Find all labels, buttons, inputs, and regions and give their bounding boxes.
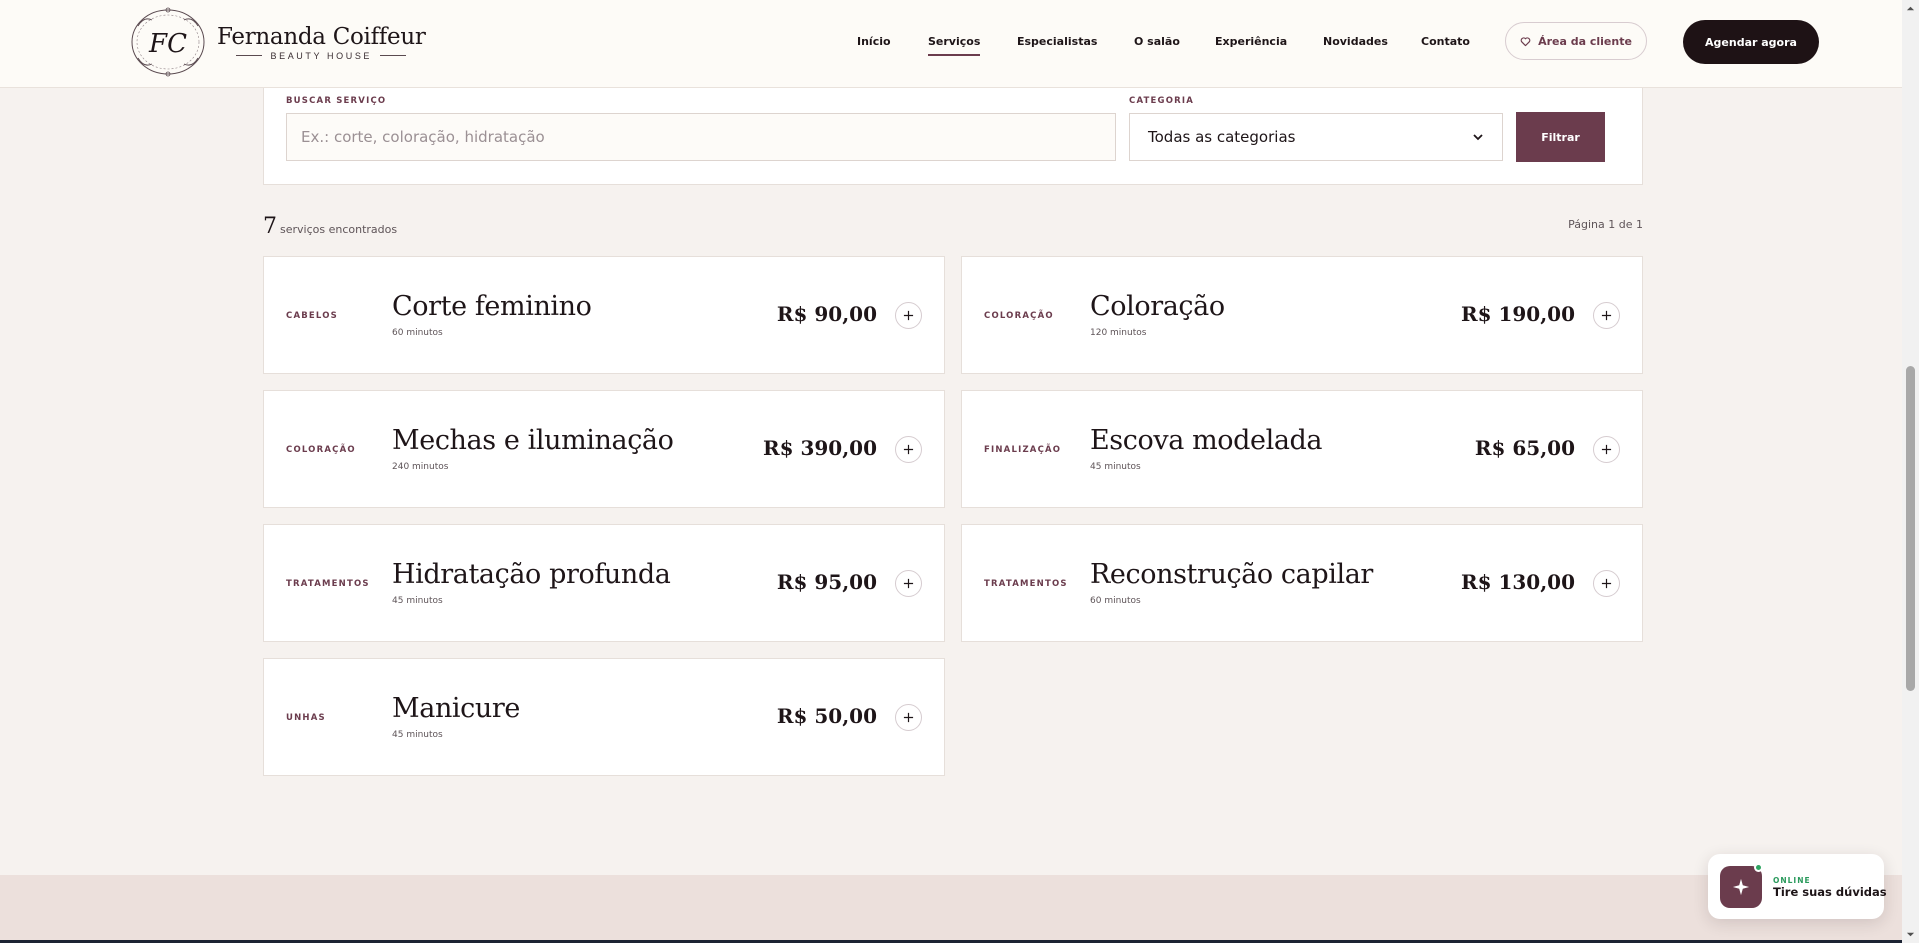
scrollbar-thumb[interactable]: [1906, 366, 1915, 691]
nav-inicio[interactable]: Início: [857, 35, 891, 48]
chevron-down-icon: [1473, 134, 1483, 141]
results-count-label: serviços encontrados: [280, 223, 398, 236]
site-header: FC Fernanda Coiffeur BEAUTY HOUSE Início…: [0, 0, 1902, 88]
brand-name: Fernanda Coiffeur: [217, 23, 426, 50]
monogram-logo-icon: FC: [131, 7, 205, 77]
service-name: Mechas e iluminação: [392, 425, 674, 456]
category-selected-value: Todas as categorias: [1148, 128, 1296, 146]
service-duration: 120 minutos: [1090, 328, 1147, 338]
chat-label: Tire suas dúvidas: [1773, 885, 1887, 899]
nav-contato[interactable]: Contato: [1421, 35, 1470, 48]
service-duration: 60 minutos: [392, 328, 443, 338]
book-now-button[interactable]: Agendar agora: [1683, 20, 1819, 64]
service-duration: 240 minutos: [392, 462, 449, 472]
category-select[interactable]: Todas as categorias: [1129, 113, 1503, 161]
service-price: R$ 390,00: [762, 436, 877, 460]
scroll-up-icon[interactable]: [1906, 4, 1915, 13]
plus-icon: [903, 444, 914, 455]
brand-logo[interactable]: FC Fernanda Coiffeur BEAUTY HOUSE: [128, 6, 426, 78]
service-price: R$ 50,00: [776, 704, 877, 728]
filter-button[interactable]: Filtrar: [1516, 112, 1605, 162]
footer-band: [0, 875, 1902, 943]
plus-icon: [903, 578, 914, 589]
scroll-down-icon[interactable]: [1906, 930, 1915, 939]
plus-icon: [903, 310, 914, 321]
add-service-button[interactable]: [895, 436, 922, 463]
add-service-button[interactable]: [1593, 302, 1620, 329]
client-area-button[interactable]: Área da cliente: [1505, 22, 1647, 60]
client-area-label: Área da cliente: [1538, 34, 1632, 48]
chat-widget[interactable]: ONLINE Tire suas dúvidas: [1708, 854, 1887, 919]
plus-icon: [1601, 310, 1612, 321]
results-count-number: 7: [263, 214, 277, 239]
service-name: Reconstrução capilar: [1090, 559, 1373, 590]
service-category: COLORAÇÃO: [984, 311, 1054, 321]
online-indicator: [1754, 863, 1763, 872]
service-card[interactable]: COLORAÇÃO Coloração 120 minutos R$ 190,0…: [961, 256, 1643, 374]
nav-especialistas[interactable]: Especialistas: [1017, 35, 1097, 48]
service-duration: 45 minutos: [392, 596, 443, 606]
service-price: R$ 95,00: [776, 570, 877, 594]
page-scrollbar[interactable]: [1902, 0, 1919, 943]
plus-icon: [903, 712, 914, 723]
service-duration: 45 minutos: [392, 730, 443, 740]
sparkle-icon: [1720, 866, 1762, 908]
plus-icon: [1601, 444, 1612, 455]
plus-icon: [1601, 578, 1612, 589]
service-price: R$ 65,00: [1474, 436, 1575, 460]
service-card[interactable]: TRATAMENTOS Reconstrução capilar 60 minu…: [961, 524, 1643, 642]
service-category: TRATAMENTOS: [286, 579, 370, 589]
nav-o-salao[interactable]: O salão: [1134, 35, 1180, 48]
service-name: Hidratação profunda: [392, 559, 671, 590]
service-name: Manicure: [392, 693, 520, 724]
service-card[interactable]: FINALIZAÇÃO Escova modelada 45 minutos R…: [961, 390, 1643, 508]
service-card[interactable]: COLORAÇÃO Mechas e iluminação 240 minuto…: [263, 390, 945, 508]
service-category: CABELOS: [286, 311, 338, 321]
service-filter-panel: BUSCAR SERVIÇO CATEGORIA Todas as catego…: [263, 72, 1643, 185]
service-card[interactable]: UNHAS Manicure 45 minutos R$ 50,00: [263, 658, 945, 776]
service-price: R$ 130,00: [1460, 570, 1575, 594]
add-service-button[interactable]: [1593, 436, 1620, 463]
service-card[interactable]: CABELOS Corte feminino 60 minutos R$ 90,…: [263, 256, 945, 374]
nav-novidades[interactable]: Novidades: [1323, 35, 1388, 48]
add-service-button[interactable]: [895, 302, 922, 329]
nav-servicos[interactable]: Serviços: [928, 35, 981, 56]
add-service-button[interactable]: [1593, 570, 1620, 597]
search-label: BUSCAR SERVIÇO: [286, 96, 387, 106]
brand-tagline: BEAUTY HOUSE: [270, 50, 373, 61]
add-service-button[interactable]: [895, 570, 922, 597]
service-price: R$ 190,00: [1460, 302, 1575, 326]
service-category: TRATAMENTOS: [984, 579, 1068, 589]
service-duration: 45 minutos: [1090, 462, 1141, 472]
service-category: FINALIZAÇÃO: [984, 445, 1062, 455]
service-name: Escova modelada: [1090, 425, 1323, 456]
nav-experiencia[interactable]: Experiência: [1215, 35, 1287, 48]
results-count: 7 serviços encontrados: [263, 214, 397, 239]
search-input[interactable]: [286, 113, 1116, 161]
service-name: Corte feminino: [392, 291, 592, 322]
service-price: R$ 90,00: [776, 302, 877, 326]
page-indicator: Página 1 de 1: [1568, 218, 1643, 231]
service-card[interactable]: TRATAMENTOS Hidratação profunda 45 minut…: [263, 524, 945, 642]
category-label: CATEGORIA: [1129, 96, 1195, 106]
add-service-button[interactable]: [895, 704, 922, 731]
heart-icon: [1520, 36, 1531, 46]
svg-text:FC: FC: [148, 29, 187, 59]
service-category: COLORAÇÃO: [286, 445, 356, 455]
service-name: Coloração: [1090, 291, 1225, 322]
service-duration: 60 minutos: [1090, 596, 1141, 606]
service-category: UNHAS: [286, 713, 326, 723]
chat-status: ONLINE: [1773, 876, 1811, 885]
